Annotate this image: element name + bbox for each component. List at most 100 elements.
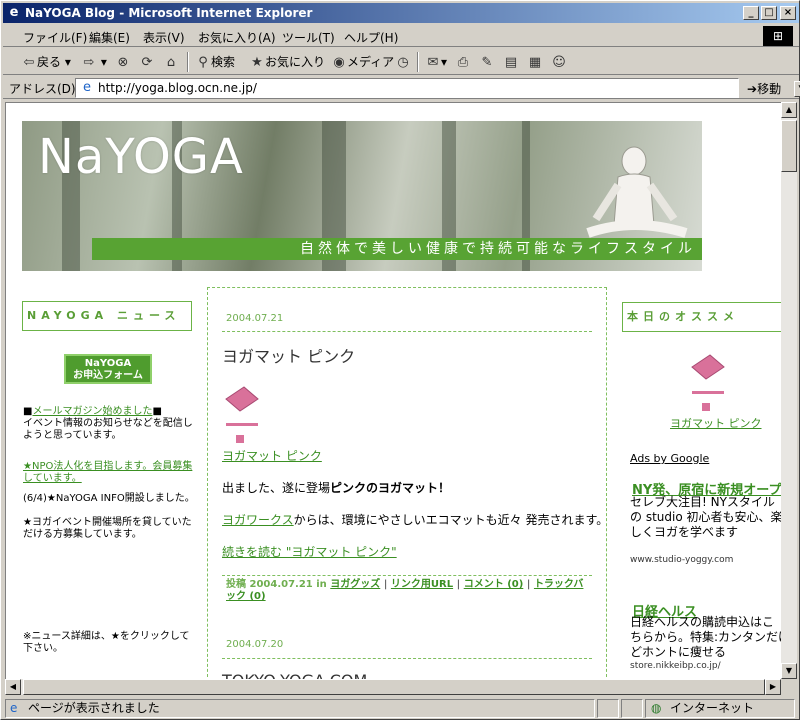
mail-button[interactable]: ✉ ▾ — [425, 52, 447, 72]
media-button[interactable]: ◉ メディア — [331, 52, 394, 72]
post-title[interactable]: TOKYO-YOGA.COM — [222, 671, 367, 679]
edit-button[interactable]: ✎ — [479, 52, 495, 72]
favorites-button[interactable]: ★ お気に入り — [249, 52, 325, 72]
toolbar-separator — [187, 52, 189, 72]
go-button[interactable]: ➔移動 — [747, 80, 781, 97]
read-more-link[interactable]: 続きを読む "ヨガマット ピンク" — [222, 543, 397, 560]
application-form-button[interactable]: NaYOGA お申込フォーム — [64, 354, 152, 384]
post-title[interactable]: ヨガマット ピンク — [222, 343, 355, 367]
square-bullet: ■ — [152, 406, 162, 417]
discuss-icon: ▤ — [504, 55, 518, 70]
refresh-button[interactable]: ⟳ — [139, 52, 155, 72]
permalink-link[interactable]: リンク用URL — [391, 579, 453, 590]
ad1-url[interactable]: www.studio-yoggy.com — [630, 555, 733, 565]
category-link[interactable]: ヨガグッズ — [330, 579, 380, 590]
messenger-icon: ☺ — [552, 55, 566, 70]
banner-tagline: 自然体で美しい健康で持続可能なライフスタイル — [92, 238, 702, 260]
menu-edit[interactable]: 編集(E) — [89, 29, 130, 46]
horizontal-scroll-thumb[interactable] — [23, 679, 765, 695]
edit-icon: ✎ — [481, 55, 493, 70]
news-item-npo: ★NPO法人化を目指します。会員募集しています。 — [23, 461, 195, 485]
pink-yoga-mat-image[interactable] — [224, 385, 264, 445]
toolbar-separator — [417, 52, 419, 72]
menu-tools[interactable]: ツール(T) — [282, 29, 335, 46]
yoga-figure-image — [586, 146, 688, 238]
news-item-info: (6/4)★NaYOGA INFO開設しました。 — [23, 493, 195, 504]
post-body-line1: 出ました、遂に登場ピンクのヨガマット！ — [222, 479, 450, 496]
ad-text-line: 日経ヘルスの購読申込はこ — [630, 615, 775, 629]
status-pane — [597, 699, 619, 718]
address-label: アドレス(D) — [9, 82, 76, 96]
windows-logo-icon: ⊞ — [763, 26, 793, 46]
post-body-bold: ピンクのヨガマット！ — [330, 481, 451, 495]
footer-separator: | — [526, 579, 531, 590]
favorites-icon: ★ — [251, 55, 263, 70]
browser-window: e NaYOGA Blog - Microsoft Internet Explo… — [0, 0, 800, 720]
status-bar: e ページが表示されました ◍ インターネット — [3, 697, 799, 719]
address-input[interactable]: e http://yoga.blog.ocn.ne.jp/ ▼ — [75, 78, 800, 98]
print-button[interactable]: ⎙ — [455, 52, 471, 72]
research-button[interactable]: ▦ — [527, 52, 543, 72]
ads-by-google-link[interactable]: Ads by Google — [630, 451, 781, 466]
refresh-icon: ⟳ — [141, 55, 153, 70]
discuss-button[interactable]: ▤ — [503, 52, 519, 72]
vertical-scroll-thumb[interactable] — [781, 120, 797, 172]
recommend-heading: 本日のオススメ — [622, 302, 781, 332]
ad-text-line: ちらから。特集:カンタンだけ — [630, 630, 781, 644]
back-arrow-icon: ⇦ — [23, 55, 35, 70]
horizontal-scrollbar[interactable]: ◀ ▶ — [5, 679, 781, 695]
menu-help[interactable]: ヘルプ(H) — [344, 29, 398, 46]
history-button[interactable]: ◷ — [395, 52, 411, 72]
go-arrow-icon: ➔ — [747, 82, 758, 96]
pink-yoga-mat-image[interactable] — [690, 353, 730, 415]
address-dropdown-button[interactable]: ▼ — [794, 81, 800, 97]
maximize-button[interactable]: □ — [761, 6, 777, 20]
form-button-line1: NaYOGA — [84, 358, 132, 369]
vertical-scrollbar[interactable]: ▲ ▼ — [781, 102, 797, 679]
scroll-right-button[interactable]: ▶ — [765, 679, 781, 695]
messenger-button[interactable]: ☺ — [551, 52, 567, 72]
close-button[interactable]: × — [780, 6, 796, 20]
post-body-line2: ヨガワークスからは、環境にやさしいエコマットも近々 発売されます。 — [222, 511, 608, 528]
zone-pane: ◍ インターネット — [645, 699, 795, 718]
ad2-url[interactable]: store.nikkeibp.co.jp/ — [630, 661, 721, 671]
scroll-left-button[interactable]: ◀ — [5, 679, 21, 695]
ad-text-line: どホントに痩せる — [630, 645, 727, 659]
menu-bar: ファイル(F) 編集(E) 表示(V) お気に入り(A) ツール(T) ヘルプ(… — [3, 25, 799, 47]
recommend-product-link[interactable]: ヨガマット ピンク — [670, 415, 762, 431]
search-button[interactable]: ⚲ 検索 — [195, 52, 235, 72]
news-heading: NAYOGA ニュース — [22, 301, 192, 331]
back-button[interactable]: ⇦ 戻る ▾ — [21, 52, 71, 72]
comments-link[interactable]: コメント (0) — [464, 579, 524, 590]
ad2-text: 日経ヘルスの購読申込はこ ちらから。特集:カンタンだけ どホントに痩せる — [630, 615, 781, 660]
npo-link[interactable]: ★NPO法人化を目指します。会員募集しています。 — [23, 461, 192, 484]
forward-button[interactable]: ⇨ ▾ — [81, 52, 107, 72]
footer-posted-label: 投稿 — [226, 579, 246, 590]
ad1-text: セレブ大注目! NYスタイル の studio 初心者も安心、楽 しくヨガを学べ… — [630, 495, 781, 540]
menu-file[interactable]: ファイル(F) — [23, 29, 87, 46]
go-label: 移動 — [757, 82, 782, 96]
stop-button[interactable]: ⊗ — [115, 52, 131, 72]
zone-label: インターネット — [670, 701, 755, 715]
post-footer: 投稿 2004.07.21 in ヨガグッズ | リンク用URL | コメント … — [226, 579, 586, 603]
title-bar[interactable]: e NaYOGA Blog - Microsoft Internet Explo… — [3, 3, 799, 23]
status-pane — [621, 699, 643, 718]
minimize-button[interactable]: _ — [743, 6, 759, 20]
news-note: ※ニュース詳細は、★をクリックして下さい。 — [23, 631, 190, 654]
yogaworks-link[interactable]: ヨガワークス — [222, 513, 294, 527]
footer-date: 2004.07.21 — [249, 579, 313, 590]
scroll-down-button[interactable]: ▼ — [781, 663, 797, 679]
post-date-divider — [222, 658, 592, 659]
blog-banner: NaYOGA 自然体で美しい健康で持続可能なライフスタイル — [22, 121, 702, 271]
home-button[interactable]: ⌂ — [163, 52, 179, 72]
page-icon: e — [83, 80, 91, 95]
scroll-up-button[interactable]: ▲ — [781, 102, 797, 118]
post-body-text: からは、環境にやさしいエコマットも近々 発売されます。 — [293, 513, 609, 527]
ad-text-line: セレブ大注目! NYスタイル — [630, 495, 775, 509]
post-image-link[interactable]: ヨガマット ピンク — [222, 447, 322, 464]
menu-favorites[interactable]: お気に入り(A) — [198, 29, 276, 46]
mailmag-link[interactable]: メールマガジン始めました — [32, 406, 152, 417]
print-icon: ⎙ — [457, 55, 469, 70]
menu-view[interactable]: 表示(V) — [143, 29, 185, 46]
news-item-mailmag: ■メールマガジン始めました■ イベント情報のお知らせなどを配信しようと思っていま… — [23, 406, 195, 442]
